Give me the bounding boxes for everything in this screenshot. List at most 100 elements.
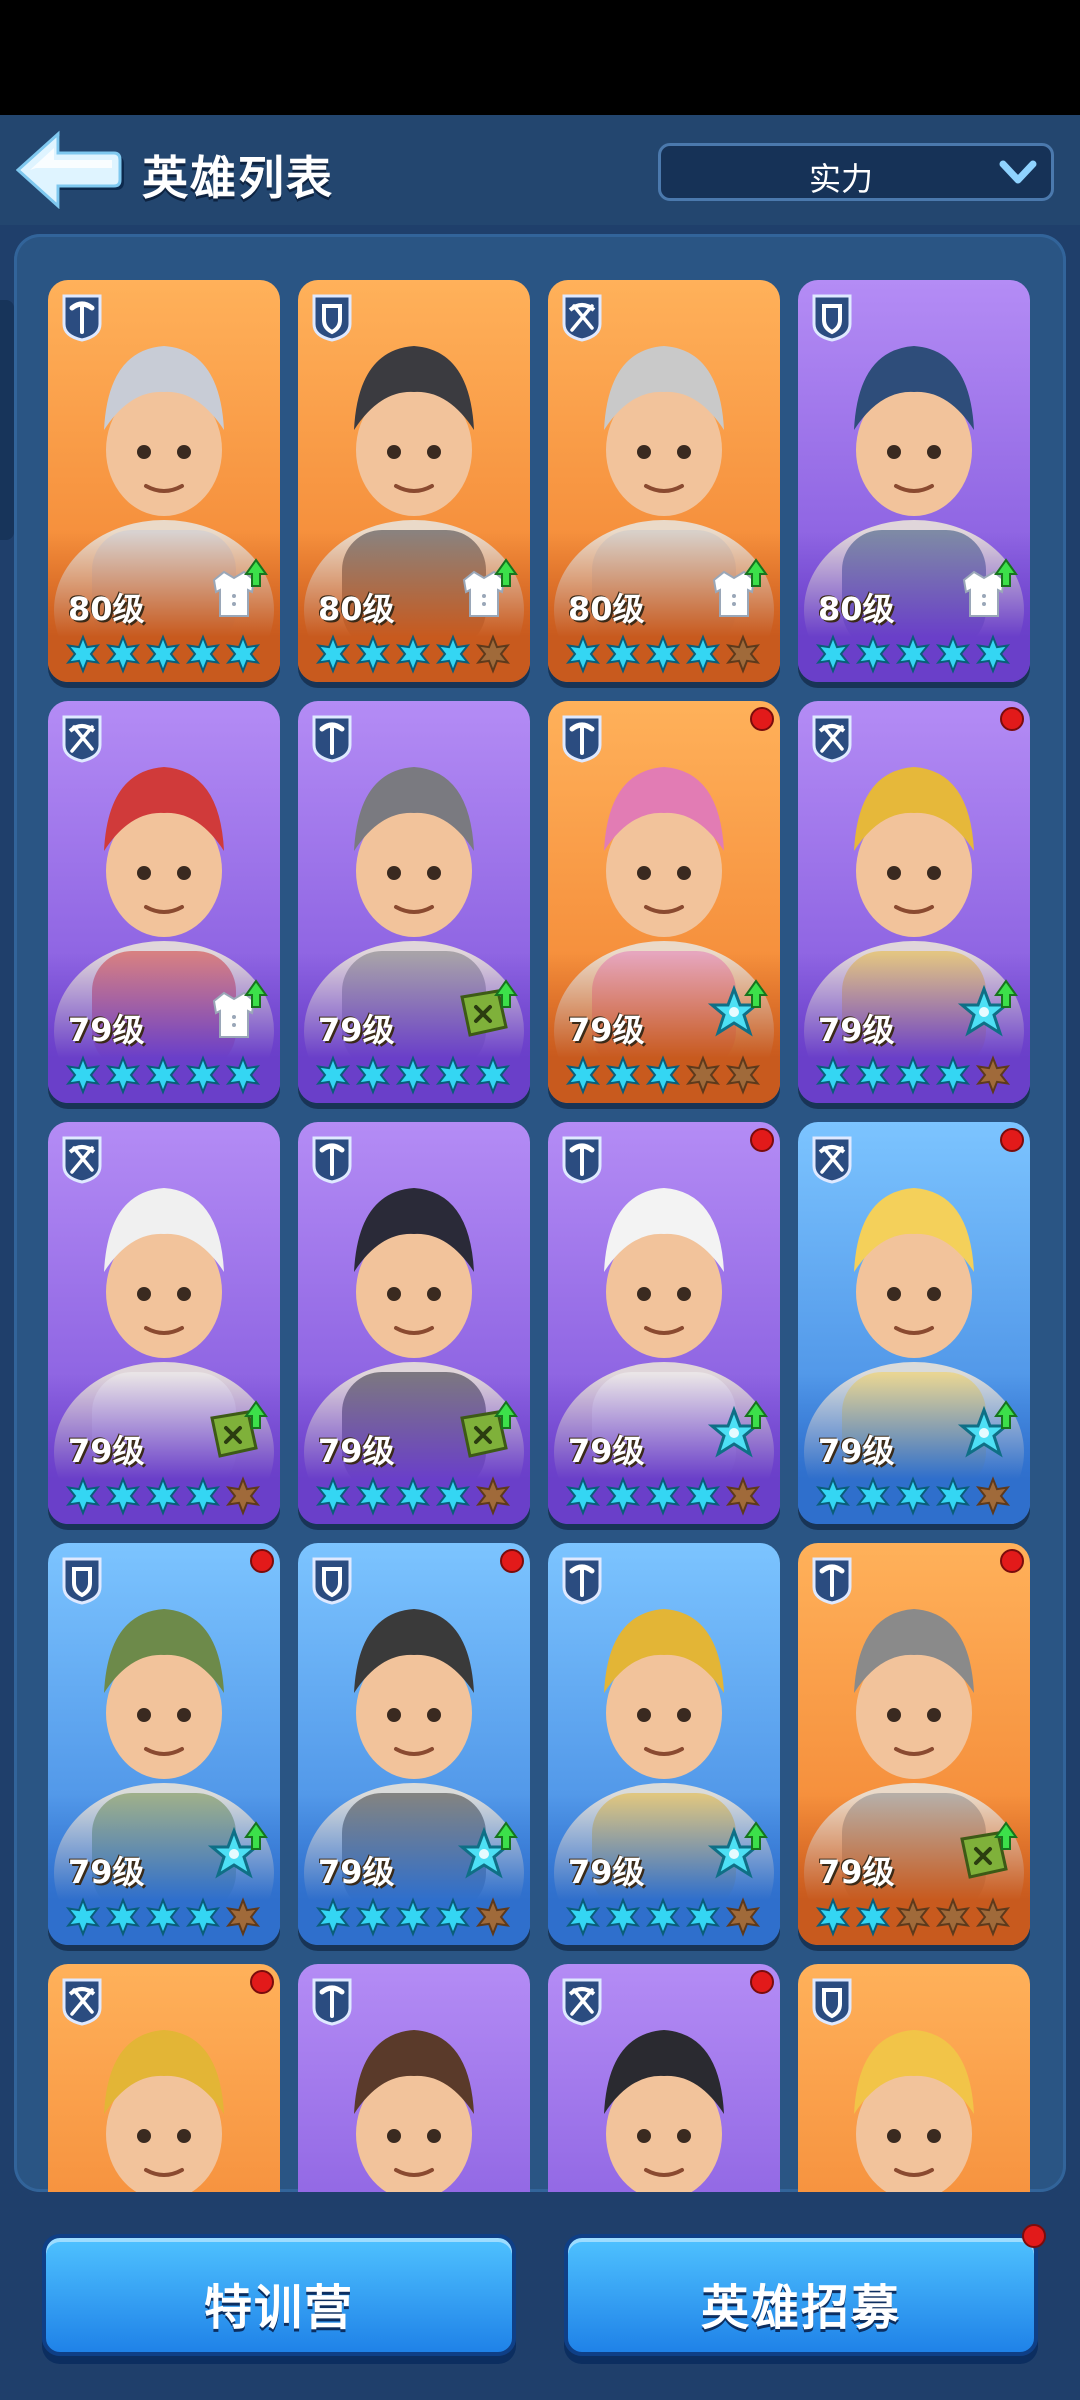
status-bar [0,0,1080,115]
star-rating [65,1476,261,1516]
hero-list-panel[interactable]: 80级 80级 80级 80级 79级 79级 79级 79级 79级 79级 79级 79级 79级 7… [14,234,1066,2192]
snowflake-upgrade-icon [454,1821,518,1887]
hero-level: 80级 [318,590,395,628]
shield-class-icon [310,292,354,342]
coat-upgrade-icon [954,558,1018,624]
star-rating [815,1055,1011,1095]
hero-level: 79级 [318,1011,395,1049]
side-handle [0,300,14,540]
star-rating [315,634,511,674]
hero-level: 79级 [568,1011,645,1049]
hero-card[interactable]: 79级 [548,701,780,1103]
hero-level: 79级 [68,1853,145,1891]
crossbow-class-icon [810,713,854,763]
notification-dot [1000,1549,1024,1573]
chevron-down-icon [999,160,1037,184]
pickaxe-class-icon [60,292,104,342]
hero-level: 79级 [568,1853,645,1891]
book-upgrade-icon [454,1400,518,1466]
pickaxe-class-icon [310,713,354,763]
hero-card[interactable]: 79级 [298,1122,530,1524]
sort-dropdown-label: 实力 [808,160,873,198]
hero-card[interactable] [548,1964,780,2192]
coat-upgrade-icon [704,558,768,624]
hero-card[interactable]: 80级 [48,280,280,682]
crossbow-class-icon [60,1134,104,1184]
hero-card[interactable]: 79级 [48,1543,280,1945]
recruit-notification-dot [1022,2224,1046,2248]
hero-level: 79级 [318,1853,395,1891]
hero-card[interactable]: 79级 [548,1543,780,1945]
star-rating [65,1055,261,1095]
pickaxe-class-icon [560,713,604,763]
pickaxe-class-icon [310,1976,354,2026]
hero-card[interactable]: 79级 [298,701,530,1103]
sort-dropdown[interactable]: 实力 [658,143,1054,201]
notification-dot [750,1970,774,1994]
star-rating [315,1055,511,1095]
notification-dot [250,1970,274,1994]
book-upgrade-icon [954,1821,1018,1887]
crossbow-class-icon [60,713,104,763]
hero-card[interactable]: 80级 [298,280,530,682]
hero-card[interactable]: 79级 [798,1543,1030,1945]
snowflake-upgrade-icon [954,979,1018,1045]
star-rating [315,1897,511,1937]
crossbow-class-icon [810,1134,854,1184]
snowflake-upgrade-icon [704,1821,768,1887]
star-rating [315,1476,511,1516]
hero-level: 80级 [568,590,645,628]
training-camp-button-label: 特训营 [203,2280,354,2336]
pickaxe-class-icon [560,1555,604,1605]
hero-card[interactable]: 80级 [798,280,1030,682]
hero-card[interactable]: 79级 [798,1122,1030,1524]
star-rating [565,1897,761,1937]
snowflake-upgrade-icon [954,1400,1018,1466]
coat-upgrade-icon [204,558,268,624]
hero-card[interactable] [798,1964,1030,2192]
shield-class-icon [310,1555,354,1605]
hero-recruit-button-label: 英雄招募 [700,2280,901,2336]
notification-dot [250,1549,274,1573]
hero-level: 80级 [818,590,895,628]
coat-upgrade-icon [204,979,268,1045]
snowflake-upgrade-icon [704,979,768,1045]
notification-dot [1000,707,1024,731]
shield-class-icon [810,1976,854,2026]
hero-level: 79级 [568,1432,645,1470]
star-rating [815,1476,1011,1516]
pickaxe-class-icon [810,1555,854,1605]
hero-card[interactable]: 80级 [548,280,780,682]
pickaxe-class-icon [310,1134,354,1184]
back-arrow-icon[interactable] [16,128,126,218]
hero-level: 80级 [68,590,145,628]
hero-card[interactable]: 79级 [798,701,1030,1103]
hero-level: 79级 [318,1432,395,1470]
training-camp-button[interactable]: 特训营 [42,2234,516,2356]
hero-card[interactable]: 79级 [548,1122,780,1524]
hero-card[interactable] [48,1964,280,2192]
hero-card[interactable]: 79级 [48,1122,280,1524]
coat-upgrade-icon [454,558,518,624]
crossbow-class-icon [560,1976,604,2026]
pickaxe-class-icon [560,1134,604,1184]
book-upgrade-icon [454,979,518,1045]
notification-dot [750,1128,774,1152]
hero-card[interactable] [298,1964,530,2192]
hero-card[interactable]: 79级 [48,701,280,1103]
hero-level: 79级 [68,1432,145,1470]
shield-class-icon [810,292,854,342]
snowflake-upgrade-icon [204,1821,268,1887]
star-rating [565,1055,761,1095]
star-rating [815,634,1011,674]
hero-recruit-button[interactable]: 英雄招募 [564,2234,1038,2356]
hero-card[interactable]: 79级 [298,1543,530,1945]
hero-level: 79级 [818,1432,895,1470]
page-title: 英雄列表 [142,151,334,205]
star-rating [815,1897,1011,1937]
snowflake-upgrade-icon [704,1400,768,1466]
hero-level: 79级 [818,1011,895,1049]
hero-level: 79级 [818,1853,895,1891]
star-rating [565,1476,761,1516]
hero-level: 79级 [68,1011,145,1049]
